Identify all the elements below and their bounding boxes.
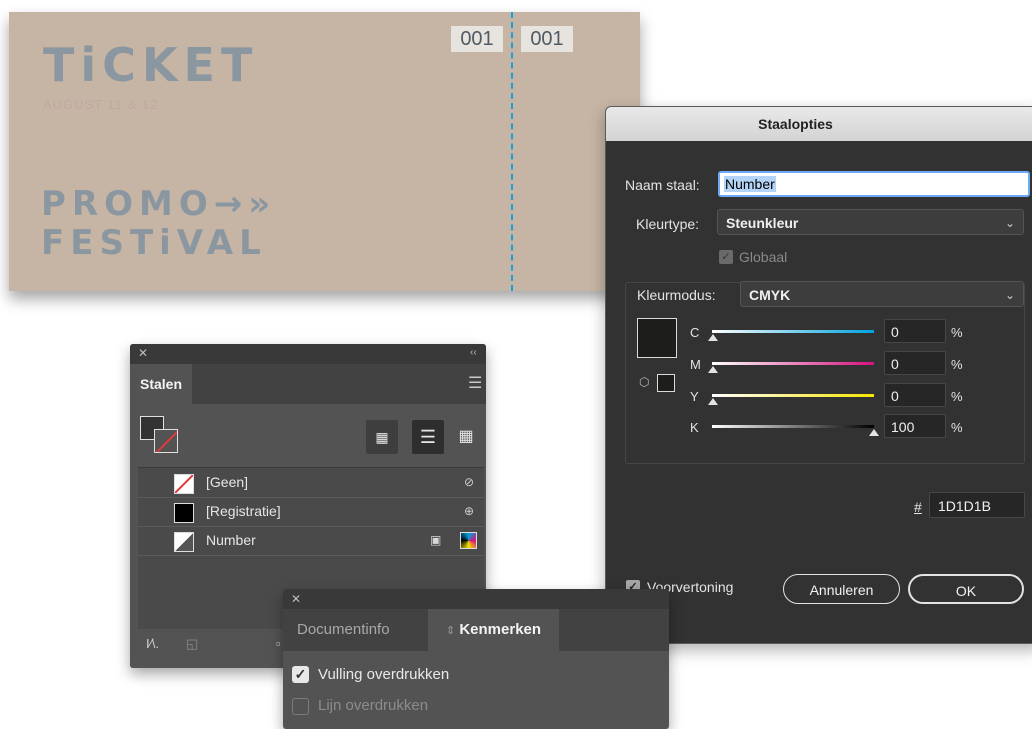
magenta-percent: % bbox=[951, 357, 963, 372]
black-slider[interactable] bbox=[712, 425, 874, 428]
ticket-artwork: TiCKET AUGUST 11 & 12 PROMO→» FESTiVAL 0… bbox=[9, 12, 640, 291]
swatch-name: Number bbox=[206, 532, 256, 548]
yellow-slider[interactable] bbox=[712, 394, 874, 397]
color-mode-value: CMYK bbox=[749, 287, 791, 303]
panel-header-bar bbox=[130, 344, 486, 364]
overprint-stroke-checkbox[interactable] bbox=[292, 698, 309, 715]
color-type-label: Kleurtype: bbox=[636, 216, 700, 232]
ticket-number-right: 001 bbox=[521, 26, 573, 52]
color-mode-label: Kleurmodus: bbox=[637, 287, 716, 303]
dialog-titlebar: Staalopties bbox=[606, 107, 1032, 141]
cyan-label: C bbox=[690, 325, 700, 340]
close-icon[interactable]: ✕ bbox=[291, 592, 301, 606]
list-view-icon[interactable]: ☰ bbox=[412, 420, 444, 454]
festival-text: FESTiVAL bbox=[41, 223, 267, 263]
swatch-name-input[interactable]: Number bbox=[718, 171, 1030, 197]
close-icon[interactable]: ✕ bbox=[138, 346, 148, 360]
global-label: Globaal bbox=[739, 249, 788, 265]
ticket-number-left: 001 bbox=[451, 26, 503, 52]
stroke-swatch-icon[interactable] bbox=[154, 429, 178, 453]
tab-attributes-label: Kenmerken bbox=[459, 621, 542, 638]
hex-label: # bbox=[914, 499, 922, 515]
panel-menu-icon[interactable]: ☰ bbox=[468, 373, 482, 393]
swatch-name: [Geen] bbox=[206, 474, 249, 490]
hex-value-input[interactable]: 1D1D1B bbox=[929, 492, 1025, 518]
promo-text: PROMO→» bbox=[41, 184, 277, 224]
panel-header-bar bbox=[283, 589, 669, 609]
new-swatch-icon[interactable]: ▫ bbox=[276, 636, 281, 651]
dialog-title: Staalopties bbox=[758, 116, 833, 132]
yellow-value-input[interactable]: 0 bbox=[884, 383, 946, 407]
swatch-name-label: Naam staal: bbox=[625, 177, 700, 193]
swatch-row-none[interactable]: [Geen] ⊘ bbox=[138, 468, 484, 498]
cyan-slider[interactable] bbox=[712, 330, 874, 333]
show-color-groups-icon[interactable]: ▦ bbox=[366, 420, 398, 454]
color-mode-group bbox=[625, 282, 1025, 464]
tab-swatches[interactable]: Stalen bbox=[130, 364, 192, 404]
cancel-button[interactable]: Annuleren bbox=[783, 574, 900, 604]
color-type-select[interactable]: Steunkleur ⌄ bbox=[717, 209, 1024, 235]
new-color-group-icon[interactable]: ◱ bbox=[186, 636, 198, 652]
registration-swatch-chip bbox=[174, 503, 194, 523]
tab-attributes[interactable]: ⇕ Kenmerken bbox=[428, 609, 559, 651]
spot-color-icon: ▣ bbox=[430, 533, 442, 547]
cyan-slider-thumb[interactable] bbox=[708, 334, 718, 341]
number-swatch-chip bbox=[174, 532, 194, 552]
swatch-name: [Registratie] bbox=[206, 503, 281, 519]
magenta-value-input[interactable]: 0 bbox=[884, 351, 946, 375]
swatch-row-registration[interactable]: [Registratie] ⊕ bbox=[138, 497, 484, 527]
swatch-name-value: Number bbox=[724, 176, 776, 192]
ticket-date: AUGUST 11 & 12 bbox=[43, 97, 159, 112]
tab-sort-icon: ⇕ bbox=[445, 625, 456, 637]
yellow-percent: % bbox=[951, 389, 963, 404]
yellow-label: Y bbox=[690, 389, 699, 404]
perforation-line bbox=[511, 12, 513, 291]
black-slider-thumb[interactable] bbox=[869, 429, 879, 436]
overprint-fill-checkbox[interactable]: ✓ bbox=[292, 666, 309, 683]
cyan-percent: % bbox=[951, 325, 963, 340]
global-checkbox[interactable]: ✓ bbox=[719, 250, 733, 264]
grid-view-icon[interactable]: ▦ bbox=[450, 420, 482, 454]
chevron-down-icon: ⌄ bbox=[1004, 216, 1015, 230]
swatch-row-number[interactable]: Number ▣ bbox=[138, 526, 484, 556]
magenta-slider[interactable] bbox=[712, 362, 874, 365]
no-edit-icon: ⊘ bbox=[464, 475, 475, 489]
black-value-input[interactable]: 100 bbox=[884, 414, 946, 438]
library-icon[interactable]: I⁄\. bbox=[146, 636, 159, 651]
none-swatch-chip bbox=[174, 474, 194, 494]
color-type-value: Steunkleur bbox=[726, 215, 799, 231]
registration-icon: ⊕ bbox=[464, 504, 475, 518]
ticket-title: TiCKET bbox=[43, 38, 259, 92]
ok-button[interactable]: OK bbox=[908, 574, 1024, 604]
chevron-down-icon: ⌄ bbox=[1004, 288, 1015, 302]
cyan-value-input[interactable]: 0 bbox=[884, 319, 946, 343]
gamut-swatch[interactable] bbox=[657, 374, 675, 392]
overprint-fill-label: Vulling overdrukken bbox=[318, 666, 450, 683]
magenta-slider-thumb[interactable] bbox=[708, 366, 718, 373]
tab-document-info[interactable]: Documentinfo bbox=[297, 609, 390, 651]
overprint-stroke-label: Lijn overdrukken bbox=[318, 697, 429, 714]
magenta-label: M bbox=[690, 357, 701, 372]
out-of-gamut-cube-icon[interactable]: ⬡ bbox=[639, 375, 653, 389]
yellow-slider-thumb[interactable] bbox=[708, 398, 718, 405]
color-preview-swatch bbox=[637, 318, 677, 358]
attributes-panel: ✕ Documentinfo ⇕ Kenmerken ✓ Vulling ove… bbox=[283, 589, 669, 729]
black-percent: % bbox=[951, 420, 963, 435]
color-mode-select[interactable]: CMYK ⌄ bbox=[740, 281, 1024, 307]
swatch-options-dialog: Staalopties Naam staal: Number Kleurtype… bbox=[605, 106, 1032, 644]
cmyk-mode-icon bbox=[460, 532, 477, 549]
collapse-icon[interactable]: ‹‹ bbox=[470, 347, 477, 358]
black-label: K bbox=[690, 420, 699, 435]
